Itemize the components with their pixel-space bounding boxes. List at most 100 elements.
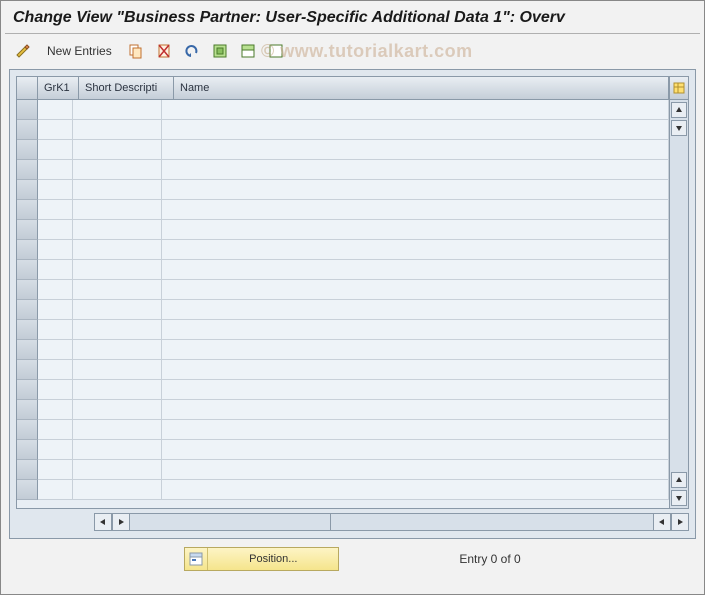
cell-grk1[interactable] xyxy=(38,160,73,180)
cell-grk1[interactable] xyxy=(38,180,73,200)
cell-grk1[interactable] xyxy=(38,480,73,500)
cell-name[interactable] xyxy=(162,320,669,340)
cell-grk1[interactable] xyxy=(38,140,73,160)
select-block-button[interactable] xyxy=(236,40,260,62)
cell-short-description[interactable] xyxy=(73,280,162,300)
cell-short-description[interactable] xyxy=(73,200,162,220)
cell-name[interactable] xyxy=(162,480,669,500)
scroll-left-button-2[interactable] xyxy=(653,513,671,531)
cell-name[interactable] xyxy=(162,340,669,360)
vertical-scrollbar[interactable] xyxy=(669,100,688,508)
cell-grk1[interactable] xyxy=(38,200,73,220)
row-selector[interactable] xyxy=(17,460,38,480)
scroll-up-button[interactable] xyxy=(671,102,687,118)
cell-short-description[interactable] xyxy=(73,260,162,280)
row-selector[interactable] xyxy=(17,280,38,300)
cell-grk1[interactable] xyxy=(38,460,73,480)
cell-short-description[interactable] xyxy=(73,440,162,460)
column-header-grk1[interactable]: GrK1 xyxy=(38,77,79,99)
row-selector[interactable] xyxy=(17,300,38,320)
row-selector[interactable] xyxy=(17,340,38,360)
cell-grk1[interactable] xyxy=(38,220,73,240)
row-selector[interactable] xyxy=(17,440,38,460)
cell-grk1[interactable] xyxy=(38,320,73,340)
scroll-down-button[interactable] xyxy=(671,120,687,136)
cell-name[interactable] xyxy=(162,380,669,400)
cell-short-description[interactable] xyxy=(73,360,162,380)
cell-short-description[interactable] xyxy=(73,140,162,160)
cell-short-description[interactable] xyxy=(73,160,162,180)
cell-name[interactable] xyxy=(162,460,669,480)
cell-short-description[interactable] xyxy=(73,300,162,320)
cell-grk1[interactable] xyxy=(38,240,73,260)
deselect-all-button[interactable] xyxy=(264,40,288,62)
cell-name[interactable] xyxy=(162,280,669,300)
scroll-right-button[interactable] xyxy=(112,513,130,531)
cell-name[interactable] xyxy=(162,300,669,320)
cell-grk1[interactable] xyxy=(38,440,73,460)
cell-name[interactable] xyxy=(162,100,669,120)
cell-short-description[interactable] xyxy=(73,320,162,340)
column-header-short-description[interactable]: Short Descripti xyxy=(79,77,174,99)
cell-short-description[interactable] xyxy=(73,380,162,400)
position-button[interactable]: Position... xyxy=(184,547,339,571)
row-selector[interactable] xyxy=(17,240,38,260)
row-selector[interactable] xyxy=(17,320,38,340)
row-selector[interactable] xyxy=(17,120,38,140)
cell-name[interactable] xyxy=(162,180,669,200)
row-selector[interactable] xyxy=(17,420,38,440)
column-header-name[interactable]: Name xyxy=(174,77,669,99)
cell-short-description[interactable] xyxy=(73,420,162,440)
cell-short-description[interactable] xyxy=(73,120,162,140)
row-selector[interactable] xyxy=(17,360,38,380)
row-selector[interactable] xyxy=(17,160,38,180)
cell-name[interactable] xyxy=(162,440,669,460)
cell-short-description[interactable] xyxy=(73,100,162,120)
cell-name[interactable] xyxy=(162,400,669,420)
row-selector[interactable] xyxy=(17,220,38,240)
scroll-down-button-2[interactable] xyxy=(671,490,687,506)
cell-short-description[interactable] xyxy=(73,240,162,260)
cell-grk1[interactable] xyxy=(38,300,73,320)
cell-name[interactable] xyxy=(162,200,669,220)
cell-grk1[interactable] xyxy=(38,420,73,440)
cell-name[interactable] xyxy=(162,220,669,240)
cell-short-description[interactable] xyxy=(73,480,162,500)
cell-short-description[interactable] xyxy=(73,340,162,360)
row-selector[interactable] xyxy=(17,200,38,220)
delete-button[interactable] xyxy=(152,40,176,62)
row-selector[interactable] xyxy=(17,480,38,500)
cell-short-description[interactable] xyxy=(73,220,162,240)
row-selector[interactable] xyxy=(17,400,38,420)
cell-short-description[interactable] xyxy=(73,180,162,200)
cell-grk1[interactable] xyxy=(38,260,73,280)
row-selector[interactable] xyxy=(17,140,38,160)
cell-grk1[interactable] xyxy=(38,100,73,120)
new-entries-button[interactable]: New Entries xyxy=(39,40,120,62)
cell-grk1[interactable] xyxy=(38,120,73,140)
select-all-button[interactable] xyxy=(208,40,232,62)
cell-name[interactable] xyxy=(162,360,669,380)
cell-name[interactable] xyxy=(162,260,669,280)
cell-grk1[interactable] xyxy=(38,400,73,420)
row-selector[interactable] xyxy=(17,180,38,200)
row-selector[interactable] xyxy=(17,380,38,400)
cell-name[interactable] xyxy=(162,140,669,160)
scroll-left-button[interactable] xyxy=(94,513,112,531)
cell-grk1[interactable] xyxy=(38,280,73,300)
grid-settings-button[interactable] xyxy=(669,77,688,99)
row-selector[interactable] xyxy=(17,100,38,120)
cell-grk1[interactable] xyxy=(38,380,73,400)
scroll-up-button-2[interactable] xyxy=(671,472,687,488)
cell-name[interactable] xyxy=(162,120,669,140)
cell-short-description[interactable] xyxy=(73,460,162,480)
cell-name[interactable] xyxy=(162,420,669,440)
row-selector[interactable] xyxy=(17,260,38,280)
header-row-selector[interactable] xyxy=(17,77,38,99)
cell-name[interactable] xyxy=(162,240,669,260)
hscroll-track[interactable] xyxy=(130,513,330,531)
cell-grk1[interactable] xyxy=(38,360,73,380)
copy-as-button[interactable] xyxy=(124,40,148,62)
cell-short-description[interactable] xyxy=(73,400,162,420)
cell-grk1[interactable] xyxy=(38,340,73,360)
